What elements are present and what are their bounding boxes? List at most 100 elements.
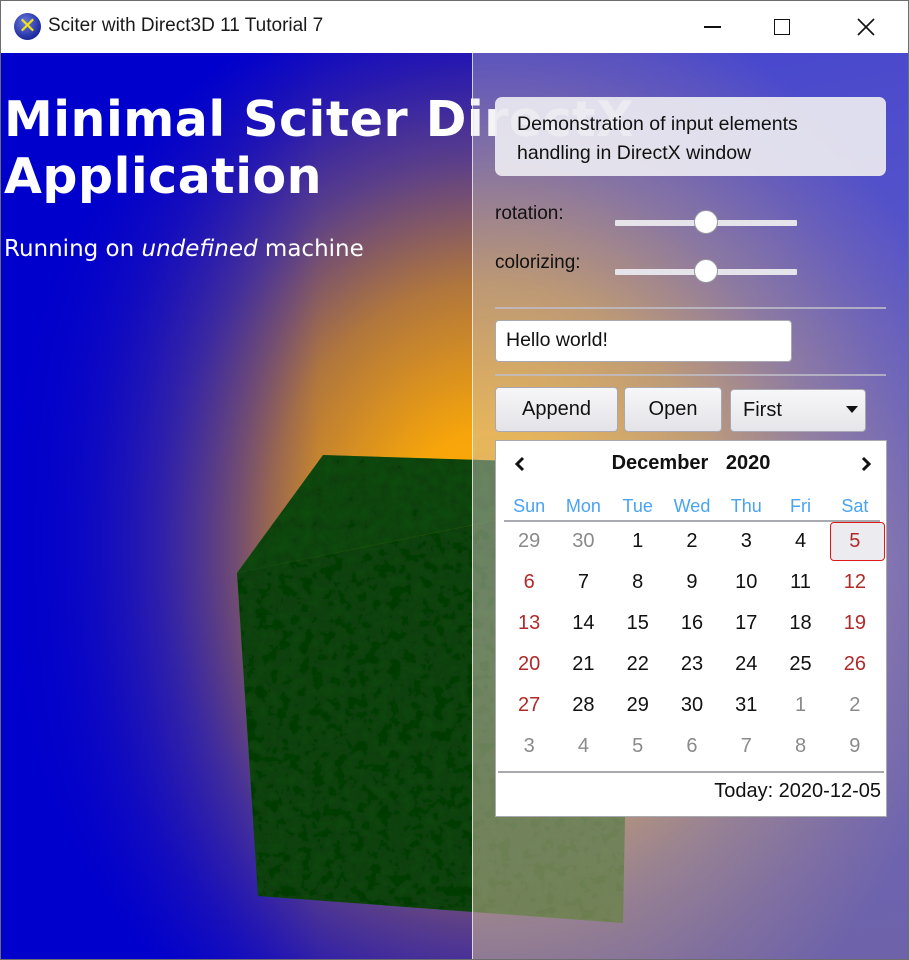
calendar-title[interactable]: December 2020 bbox=[496, 452, 886, 475]
open-button[interactable]: Open bbox=[624, 387, 722, 432]
divider bbox=[495, 307, 886, 309]
title-bar[interactable]: ✕ Sciter with Direct3D 11 Tutorial 7 bbox=[1, 1, 908, 53]
calendar-day[interactable]: 25 bbox=[773, 644, 827, 685]
calendar-day[interactable]: 8 bbox=[611, 562, 665, 603]
calendar-day[interactable]: 12 bbox=[828, 562, 882, 603]
weekday-tue: Tue bbox=[622, 496, 653, 516]
day-number: 4 bbox=[794, 530, 807, 552]
append-button[interactable]: Append bbox=[495, 387, 618, 432]
machine-info-text: Running on undefined machine bbox=[4, 236, 364, 262]
calendar-day[interactable]: 9 bbox=[828, 726, 882, 767]
calendar-day[interactable]: 30 bbox=[556, 521, 610, 562]
close-button[interactable] bbox=[837, 1, 895, 53]
rotation-slider[interactable] bbox=[615, 210, 797, 236]
calendar-week: 29 30 1 2 3 4 5 bbox=[502, 521, 885, 562]
options-select[interactable]: First bbox=[730, 389, 866, 432]
calendar-month[interactable]: December bbox=[612, 452, 709, 474]
calendar-day[interactable]: 6 bbox=[665, 726, 719, 767]
calendar-day[interactable]: 28 bbox=[556, 685, 610, 726]
calendar-day[interactable]: 23 bbox=[665, 644, 719, 685]
day-number: 9 bbox=[686, 571, 698, 593]
calendar-day[interactable]: 21 bbox=[556, 644, 610, 685]
calendar-day[interactable]: 16 bbox=[665, 603, 719, 644]
calendar-day[interactable]: 10 bbox=[719, 562, 773, 603]
next-month-button[interactable] bbox=[852, 451, 880, 479]
directx-canvas[interactable]: Minimal Sciter DirectX Application Runni… bbox=[1, 53, 908, 959]
calendar-footer-divider bbox=[498, 771, 884, 773]
day-number: 7 bbox=[577, 571, 589, 593]
calendar-day[interactable]: 17 bbox=[719, 603, 773, 644]
machine-name: undefined bbox=[141, 236, 258, 262]
calendar-day[interactable]: 4 bbox=[773, 521, 827, 562]
machine-suffix: machine bbox=[257, 236, 364, 262]
day-number: 4 bbox=[577, 735, 589, 757]
day-number: 2 bbox=[849, 694, 861, 716]
maximize-button[interactable] bbox=[753, 1, 811, 53]
calendar-day[interactable]: 13 bbox=[502, 603, 556, 644]
weekday-sat: Sat bbox=[841, 496, 869, 516]
day-number: 15 bbox=[626, 612, 649, 634]
calendar-day[interactable]: 7 bbox=[719, 726, 773, 767]
calendar-day[interactable]: 18 bbox=[773, 603, 827, 644]
calendar-year[interactable]: 2020 bbox=[726, 452, 771, 474]
day-number: 7 bbox=[740, 735, 752, 757]
today-link[interactable]: Today: 2020-12-05 bbox=[714, 780, 881, 803]
day-number: 12 bbox=[843, 571, 866, 593]
calendar-day[interactable]: 31 bbox=[719, 685, 773, 726]
day-number: 14 bbox=[572, 612, 595, 634]
rotation-slider-thumb[interactable] bbox=[694, 210, 718, 234]
calendar-day[interactable]: 8 bbox=[773, 726, 827, 767]
calendar-day[interactable]: 14 bbox=[556, 603, 610, 644]
day-number: 9 bbox=[849, 735, 861, 757]
calendar: December 2020 Sun Mon Tue Wed Thu Fri Sat 29 30… bbox=[495, 440, 887, 817]
colorizing-slider[interactable] bbox=[615, 259, 797, 285]
divider bbox=[495, 374, 886, 376]
calendar-day[interactable]: 20 bbox=[502, 644, 556, 685]
day-number: 31 bbox=[735, 694, 758, 716]
calendar-day[interactable]: 3 bbox=[719, 521, 773, 562]
calendar-day[interactable]: 4 bbox=[556, 726, 610, 767]
select-value: First bbox=[743, 399, 782, 421]
calendar-day[interactable]: 30 bbox=[665, 685, 719, 726]
day-number: 19 bbox=[843, 612, 866, 634]
minimize-icon bbox=[703, 26, 721, 28]
day-number: 8 bbox=[794, 735, 807, 757]
calendar-day[interactable]: 11 bbox=[773, 562, 827, 603]
calendar-day[interactable]: 19 bbox=[828, 603, 882, 644]
day-number: 24 bbox=[735, 653, 758, 675]
weekday-thu: Thu bbox=[730, 496, 762, 516]
weekday-mon: Mon bbox=[565, 496, 601, 516]
day-number: 17 bbox=[735, 612, 758, 634]
day-number: 26 bbox=[843, 653, 866, 675]
calendar-day[interactable]: 5 bbox=[611, 726, 665, 767]
calendar-day[interactable]: 2 bbox=[665, 521, 719, 562]
calendar-grid: 29 30 1 2 3 4 5 6 7 8 9 10 11 12 13 14 15 16 17 18 19 20 21 22 2… bbox=[502, 521, 885, 767]
calendar-day[interactable]: 6 bbox=[502, 562, 556, 603]
calendar-day[interactable]: 29 bbox=[502, 521, 556, 562]
colorizing-label: colorizing: bbox=[495, 252, 581, 273]
minimize-button[interactable] bbox=[683, 1, 741, 53]
day-number: 6 bbox=[686, 735, 698, 757]
calendar-day[interactable]: 9 bbox=[665, 562, 719, 603]
window-title: Sciter with Direct3D 11 Tutorial 7 bbox=[48, 15, 324, 36]
calendar-day[interactable]: 3 bbox=[502, 726, 556, 767]
calendar-day[interactable]: 27 bbox=[502, 685, 556, 726]
day-number: 20 bbox=[518, 653, 541, 675]
maximize-icon bbox=[774, 19, 790, 35]
colorizing-slider-thumb[interactable] bbox=[694, 259, 718, 283]
calendar-day-selected[interactable]: 5 bbox=[828, 521, 885, 562]
dropdown-caret-icon bbox=[846, 406, 858, 413]
calendar-day[interactable]: 15 bbox=[611, 603, 665, 644]
calendar-day[interactable]: 2 bbox=[828, 685, 882, 726]
day-number: 1 bbox=[794, 694, 807, 716]
sciter-logo-icon: ✕ bbox=[14, 13, 41, 40]
app-window: ✕ Sciter with Direct3D 11 Tutorial 7 Min… bbox=[0, 0, 909, 960]
calendar-day[interactable]: 7 bbox=[556, 562, 610, 603]
calendar-day[interactable]: 1 bbox=[773, 685, 827, 726]
calendar-day[interactable]: 24 bbox=[719, 644, 773, 685]
calendar-day[interactable]: 26 bbox=[828, 644, 882, 685]
text-input[interactable]: Hello world! bbox=[495, 320, 792, 362]
calendar-day[interactable]: 29 bbox=[611, 685, 665, 726]
calendar-day[interactable]: 22 bbox=[611, 644, 665, 685]
calendar-day[interactable]: 1 bbox=[611, 521, 665, 562]
